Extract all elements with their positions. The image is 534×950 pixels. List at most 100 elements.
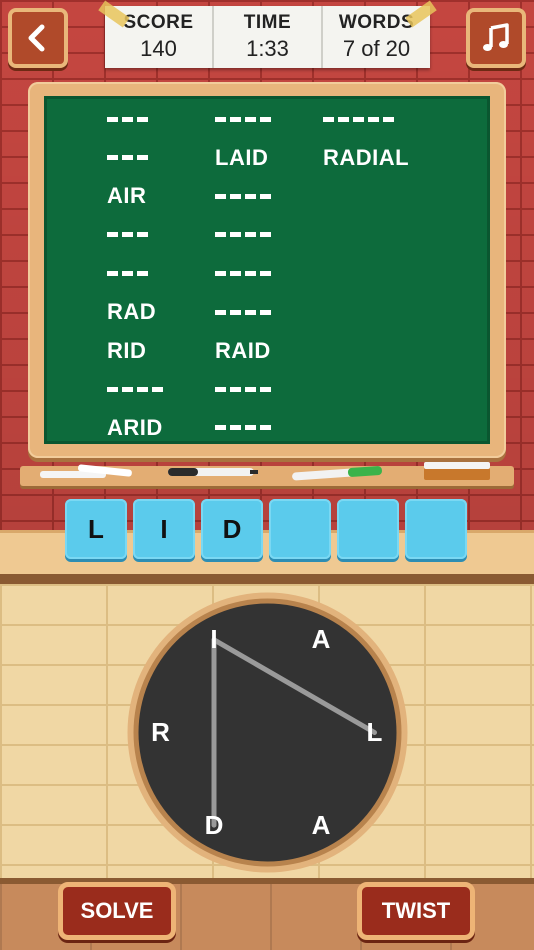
words-value: 7 of 20 xyxy=(342,36,411,61)
score-label: SCORE xyxy=(123,12,194,33)
letter-dash xyxy=(230,425,241,431)
letter-dash xyxy=(245,116,256,122)
letter-dash xyxy=(245,386,256,392)
letter-slot[interactable]: L xyxy=(65,499,127,559)
wheel-letter[interactable]: L xyxy=(355,713,395,753)
wheel-letter[interactable]: A xyxy=(301,805,341,845)
wheel-letter[interactable]: A xyxy=(301,620,341,660)
letter-dash xyxy=(245,232,256,238)
hidden-word xyxy=(215,222,271,248)
scoreboard: SCORE 140 TIME 1:33 WORDS 7 of 20 xyxy=(98,0,437,68)
music-note-icon xyxy=(483,23,509,51)
letter-dash xyxy=(383,116,394,122)
chalkboard: AIR RAD RID ARID LAID RAID RADIAL xyxy=(44,96,490,444)
letter-dash xyxy=(215,270,226,276)
letter-slot[interactable] xyxy=(405,499,467,559)
word-dashes xyxy=(107,106,148,132)
letter-slot[interactable] xyxy=(337,499,399,559)
eraser-icon xyxy=(424,462,490,480)
found-word: LAID xyxy=(215,144,269,170)
word-dashes xyxy=(215,183,271,209)
letter-dash xyxy=(107,232,118,238)
letter-dash xyxy=(122,386,133,392)
letter-dash xyxy=(260,425,271,431)
letter-dash xyxy=(260,193,271,199)
letter-dash xyxy=(122,155,133,161)
hidden-word xyxy=(323,106,394,132)
letter-dash xyxy=(260,386,271,392)
word-dashes xyxy=(215,260,271,286)
hidden-word xyxy=(107,145,148,171)
found-word: AIR xyxy=(107,183,147,209)
word-dashes xyxy=(107,376,163,402)
time-label: TIME xyxy=(243,12,292,33)
back-button[interactable] xyxy=(8,8,68,68)
letter-dash xyxy=(122,270,133,276)
solve-button[interactable]: SOLVE xyxy=(58,882,176,940)
letter-dash xyxy=(245,193,256,199)
letter-dash xyxy=(353,116,364,122)
letter-dash xyxy=(137,155,148,161)
found-word: ARID xyxy=(107,414,163,440)
wheel-letter[interactable]: D xyxy=(194,805,234,845)
letter-dash xyxy=(245,270,256,276)
letter-dash xyxy=(230,270,241,276)
letter-dash xyxy=(230,309,241,315)
green-marker-icon xyxy=(292,466,382,481)
black-marker-icon xyxy=(168,468,258,476)
letter-dash xyxy=(230,232,241,238)
letter-dash xyxy=(107,270,118,276)
chalk-icon xyxy=(40,464,132,478)
letter-dash xyxy=(260,116,271,122)
wheel-letter[interactable]: I xyxy=(194,620,234,660)
letter-dash xyxy=(215,386,226,392)
wheel-letter[interactable]: R xyxy=(141,713,181,753)
word-dashes xyxy=(215,299,271,325)
letter-slot[interactable]: I xyxy=(133,499,195,559)
music-button[interactable] xyxy=(466,8,526,68)
word-dashes xyxy=(323,106,394,132)
found-word: RAID xyxy=(215,337,271,363)
twist-button[interactable]: TWIST xyxy=(357,882,475,940)
letter-wheel[interactable]: I A L A D R xyxy=(125,590,410,875)
letter-dash xyxy=(215,309,226,315)
hidden-word xyxy=(215,106,271,132)
shelf-edge xyxy=(0,574,534,584)
hidden-word xyxy=(215,376,271,402)
letter-dash xyxy=(230,193,241,199)
word-dashes xyxy=(107,145,148,171)
letter-dash xyxy=(215,232,226,238)
letter-dash xyxy=(122,232,133,238)
letter-dash xyxy=(215,425,226,431)
letter-slot[interactable]: D xyxy=(201,499,263,559)
letter-dash xyxy=(152,386,163,392)
letter-dash xyxy=(107,116,118,122)
letter-dash xyxy=(107,155,118,161)
word-dashes xyxy=(107,222,148,248)
letter-dash xyxy=(368,116,379,122)
letter-dash xyxy=(230,386,241,392)
letter-slot[interactable] xyxy=(269,499,331,559)
hidden-word xyxy=(215,183,271,209)
word-dashes xyxy=(215,106,271,132)
words-label: WORDS xyxy=(338,12,415,33)
letter-dash xyxy=(122,116,133,122)
time-cell: TIME 1:33 xyxy=(214,6,323,68)
word-dashes xyxy=(215,376,271,402)
letter-dash xyxy=(215,116,226,122)
found-word: RADIAL xyxy=(323,144,410,170)
letter-dash xyxy=(107,386,118,392)
tray-items xyxy=(40,462,490,481)
word-dashes xyxy=(107,260,148,286)
word-dashes xyxy=(215,222,271,248)
found-word: RAD xyxy=(107,299,157,324)
letter-dash xyxy=(245,309,256,315)
letter-dash xyxy=(215,193,226,199)
hidden-word xyxy=(215,415,271,441)
letter-dash xyxy=(260,232,271,238)
letter-dash xyxy=(137,386,148,392)
letter-dash xyxy=(245,425,256,431)
hidden-word xyxy=(107,222,148,248)
hidden-word xyxy=(215,299,271,325)
letter-dash xyxy=(230,116,241,122)
